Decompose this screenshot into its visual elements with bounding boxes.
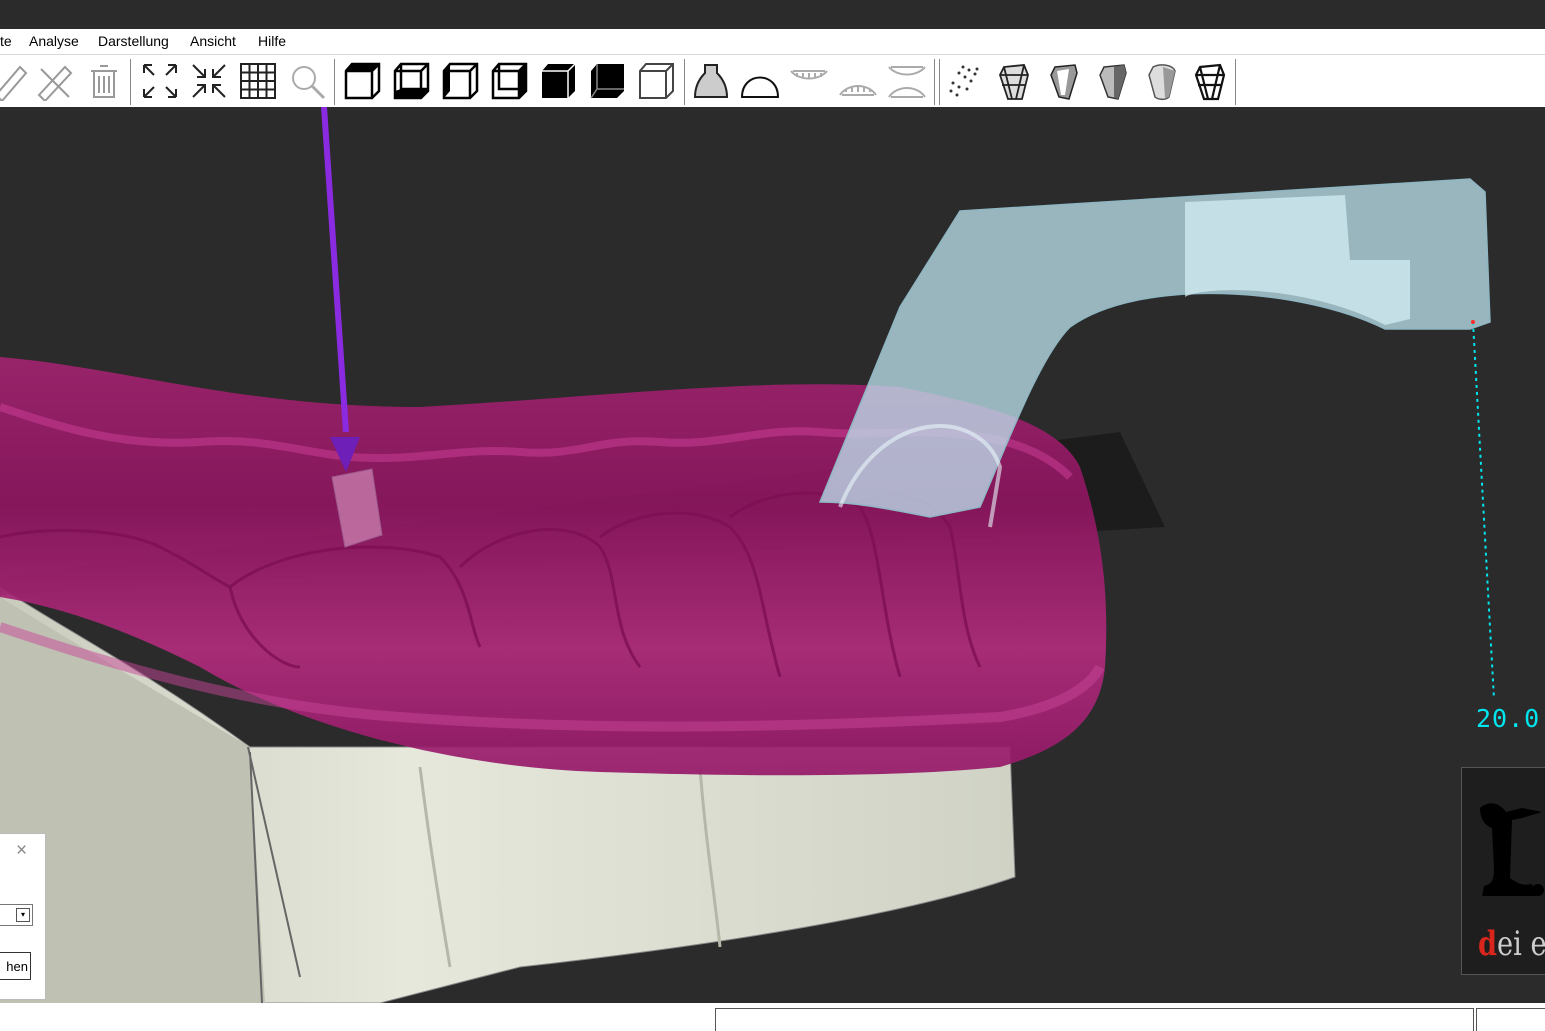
toolbar-separator [939,59,940,105]
menu-darstellung[interactable]: Darstellung [98,33,169,49]
tooth-shell-icon[interactable] [1043,61,1083,101]
company-logo: dei e [1461,767,1545,975]
zoom-extents-icon[interactable] [140,61,180,101]
measurement-label: 20.0 [1476,704,1541,733]
dome-icon[interactable] [740,61,780,101]
tooth-solid-icon[interactable] [1092,61,1132,101]
view-right-icon[interactable] [489,61,529,101]
measurement-point [1471,320,1475,324]
tooth-wire-icon[interactable] [1190,61,1230,101]
view-iso-icon[interactable] [636,61,676,101]
toolbar-separator [934,59,935,105]
floating-dialog: × ▾ hen [0,833,46,1000]
view-bottom-icon[interactable] [587,61,627,101]
logo-text: dei e [1478,924,1545,964]
view-left-icon[interactable] [440,61,480,101]
both-jaws-icon[interactable] [887,61,927,101]
magnifier-icon[interactable] [287,61,327,101]
zoom-fit-icon[interactable] [189,61,229,101]
window-title-bar [0,0,1545,29]
point-cloud-icon[interactable] [945,61,985,101]
trash-icon[interactable] [84,61,124,101]
status-bar [0,1003,1545,1031]
tooth-smooth-icon[interactable] [1141,61,1181,101]
menu-datei[interactable]: te [0,33,12,49]
logo-accent: d [1478,924,1498,964]
logo-rest: ei e [1497,924,1545,964]
logo-glyph-icon [1480,803,1544,896]
grid-icon[interactable] [238,61,278,101]
ruler-icon[interactable] [0,61,30,101]
transfer-bracket [818,178,1491,518]
menu-analyse[interactable]: Analyse [29,33,79,49]
3d-viewport[interactable]: 20.0 dei e × ▾ hen [0,107,1545,1003]
dialog-action-button[interactable]: hen [0,952,31,980]
upper-jaw-icon[interactable] [789,61,829,101]
toolbar-separator [334,59,335,105]
status-field-secondary [1476,1008,1545,1031]
lower-jaw-icon[interactable] [838,61,878,101]
menu-hilfe[interactable]: Hilfe [258,33,286,49]
toolbar-separator [130,59,131,105]
toolbar-separator [1235,59,1236,105]
view-top-icon[interactable] [538,61,578,101]
toolbar-separator [684,59,685,105]
dialog-dropdown[interactable]: ▾ [0,904,33,926]
scissors-ruler-icon[interactable] [35,61,75,101]
impression-icon[interactable] [691,61,731,101]
status-field-main [715,1008,1474,1031]
menu-ansicht[interactable]: Ansicht [190,33,236,49]
toolbar [0,55,1545,108]
view-back-icon[interactable] [391,61,431,101]
insertion-axis [321,107,349,433]
measurement-line [1472,321,1495,700]
mesh-tooth-icon[interactable] [994,61,1034,101]
chevron-down-icon[interactable]: ▾ [16,908,30,922]
view-front-icon[interactable] [342,61,382,101]
menu-bar: te Analyse Darstellung Ansicht Hilfe [0,29,1545,55]
dental-model-scene [0,107,1495,1003]
close-icon[interactable]: × [16,840,27,862]
